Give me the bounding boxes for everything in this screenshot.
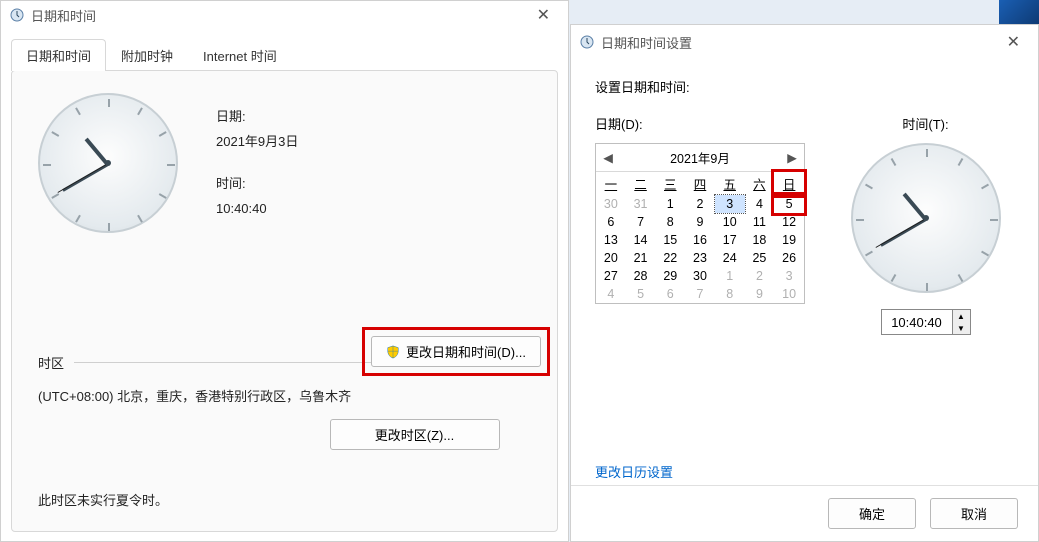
titlebar[interactable]: 日期和时间设置 ✕ [571, 25, 1038, 59]
calendar-day[interactable]: 18 [745, 231, 775, 249]
calendar-day[interactable]: 19 [774, 231, 804, 249]
calendar-day[interactable]: 12 [774, 213, 804, 231]
change-datetime-button-label: 更改日期和时间(D)... [406, 342, 526, 361]
time-label: 时间: [216, 172, 298, 197]
calendar-day[interactable]: 3 [774, 267, 804, 285]
calendar-day[interactable]: 30 [596, 195, 626, 213]
set-datetime-heading: 设置日期和时间: [595, 77, 1014, 96]
calendar-day[interactable]: 2 [685, 195, 715, 213]
calendar-day[interactable]: 21 [626, 249, 656, 267]
datetime-settings-dialog: 日期和时间设置 ✕ 设置日期和时间: 日期(D): ◀ 2021年9月 ▶ 一二… [570, 24, 1039, 542]
calendar-day[interactable]: 14 [626, 231, 656, 249]
date-value: 2021年9月3日 [216, 130, 298, 155]
calendar-day[interactable]: 7 [626, 213, 656, 231]
cancel-button-label: 取消 [961, 504, 987, 523]
change-timezone-button[interactable]: 更改时区(Z)... [330, 419, 500, 450]
calendar-day[interactable]: 3 [715, 195, 745, 213]
calendar-day[interactable]: 28 [626, 267, 656, 285]
calendar-day[interactable]: 23 [685, 249, 715, 267]
calendar-day[interactable]: 6 [655, 285, 685, 303]
calendar-day[interactable]: 11 [745, 213, 775, 231]
tab-internet-time[interactable]: Internet 时间 [188, 39, 292, 71]
calendar-day[interactable]: 9 [745, 285, 775, 303]
calendar-day[interactable]: 13 [596, 231, 626, 249]
calendar-day[interactable]: 8 [655, 213, 685, 231]
close-icon[interactable]: ✕ [527, 1, 560, 29]
tab-page: 日期: 2021年9月3日 时间: 10:40:40 更改日期和时间(D)...… [11, 70, 558, 532]
cancel-button[interactable]: 取消 [930, 498, 1018, 529]
analog-clock [38, 93, 178, 233]
change-calendar-settings-link[interactable]: 更改日历设置 [595, 462, 673, 481]
calendar-dow: 日 [774, 172, 804, 195]
calendar-day[interactable]: 1 [715, 267, 745, 285]
prev-month-icon[interactable]: ◀ [602, 150, 614, 165]
calendar-dow: 二 [626, 172, 656, 195]
calendar-day[interactable]: 20 [596, 249, 626, 267]
calendar-day[interactable]: 15 [655, 231, 685, 249]
clock-admin-icon [579, 34, 595, 50]
time-value: 10:40:40 [216, 197, 298, 222]
tab-datetime[interactable]: 日期和时间 [11, 39, 106, 71]
calendar-day[interactable]: 6 [596, 213, 626, 231]
calendar-day[interactable]: 7 [685, 285, 715, 303]
datetime-dialog: 日期和时间 ✕ 日期和时间 附加时钟 Internet 时间 日期: 2021年… [0, 0, 569, 542]
calendar-day[interactable]: 24 [715, 249, 745, 267]
calendar-day[interactable]: 17 [715, 231, 745, 249]
calendar-day[interactable]: 1 [655, 195, 685, 213]
date-picker-label: 日期(D): [595, 114, 805, 133]
spin-up-icon[interactable]: ▲ [953, 310, 970, 322]
change-datetime-button[interactable]: 更改日期和时间(D)... [371, 336, 541, 367]
timezone-heading: 时区 [38, 353, 64, 372]
calendar-day[interactable]: 31 [626, 195, 656, 213]
calendar-day[interactable]: 22 [655, 249, 685, 267]
calendar-day[interactable]: 10 [774, 285, 804, 303]
red-highlight-change-datetime: 更改日期和时间(D)... [362, 327, 550, 376]
calendar-day[interactable]: 16 [685, 231, 715, 249]
tab-additional-clocks[interactable]: 附加时钟 [106, 39, 188, 71]
calendar-day[interactable]: 5 [774, 195, 804, 213]
calendar-day[interactable]: 4 [596, 285, 626, 303]
tabs: 日期和时间 附加时钟 Internet 时间 [1, 29, 568, 71]
change-timezone-button-label: 更改时区(Z)... [375, 425, 454, 444]
desktop-sliver [999, 0, 1039, 24]
titlebar[interactable]: 日期和时间 ✕ [1, 1, 568, 29]
uac-shield-icon [386, 345, 400, 359]
calendar-dow: 一 [596, 172, 626, 195]
close-icon[interactable]: ✕ [997, 28, 1030, 56]
calendar-day[interactable]: 8 [715, 285, 745, 303]
time-spinner[interactable]: ▲ ▼ [881, 309, 971, 335]
spin-down-icon[interactable]: ▼ [953, 322, 970, 334]
calendar[interactable]: ◀ 2021年9月 ▶ 一二三四五六日303112345678910111213… [595, 143, 805, 304]
calendar-month-title: 2021年9月 [614, 148, 786, 167]
calendar-day[interactable]: 9 [685, 213, 715, 231]
ok-button[interactable]: 确定 [828, 498, 916, 529]
time-picker-label: 时间(T): [837, 114, 1014, 133]
calendar-day[interactable]: 29 [655, 267, 685, 285]
calendar-dow: 六 [745, 172, 775, 195]
calendar-dow: 三 [655, 172, 685, 195]
calendar-day[interactable]: 2 [745, 267, 775, 285]
dialog-title: 日期和时间 [31, 6, 96, 25]
calendar-dow: 五 [715, 172, 745, 195]
calendar-day[interactable]: 10 [715, 213, 745, 231]
date-label: 日期: [216, 105, 298, 130]
clock-admin-icon [9, 7, 25, 23]
next-month-icon[interactable]: ▶ [786, 150, 798, 165]
time-input[interactable] [882, 310, 952, 334]
calendar-day[interactable]: 26 [774, 249, 804, 267]
calendar-day[interactable]: 25 [745, 249, 775, 267]
ok-button-label: 确定 [859, 504, 885, 523]
dst-note: 此时区未实行夏令时。 [38, 490, 531, 509]
calendar-day[interactable]: 27 [596, 267, 626, 285]
calendar-day[interactable]: 5 [626, 285, 656, 303]
calendar-day[interactable]: 4 [745, 195, 775, 213]
dialog-title: 日期和时间设置 [601, 33, 692, 52]
calendar-dow: 四 [685, 172, 715, 195]
timezone-value: (UTC+08:00) 北京，重庆，香港特别行政区，乌鲁木齐 [38, 386, 531, 405]
calendar-day[interactable]: 30 [685, 267, 715, 285]
analog-clock [851, 143, 1001, 293]
